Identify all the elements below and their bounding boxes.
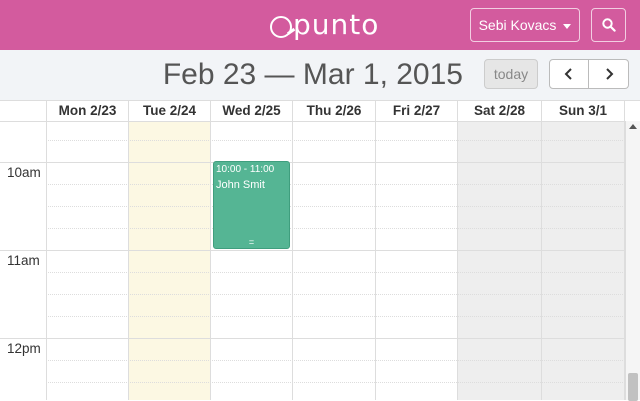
grid-line — [46, 382, 625, 383]
app-logo[interactable]: punto — [270, 6, 379, 44]
today-button[interactable]: today — [484, 59, 538, 89]
search-button[interactable] — [591, 8, 626, 42]
column-divider — [128, 101, 129, 122]
week-calendar-grid: Mon 2/23 Tue 2/24 Wed 2/25 Thu 2/26 Fri … — [0, 100, 640, 400]
user-name: Sebi Kovacs — [478, 17, 557, 33]
event-time: 10:00 - 11:00 — [216, 164, 275, 175]
logo-mark-icon — [270, 16, 292, 38]
grid-line — [46, 360, 625, 361]
day-header[interactable]: Tue 2/24 — [129, 101, 210, 122]
date-range-title: Feb 23 — Mar 1, 2015 — [162, 58, 463, 91]
column-divider — [46, 101, 47, 400]
column-divider — [46, 101, 47, 122]
grid-line — [0, 250, 625, 251]
day-header[interactable]: Thu 2/26 — [293, 101, 375, 122]
grid-line — [0, 338, 625, 339]
grid-line — [46, 140, 625, 141]
event-resize-handle[interactable]: = — [214, 237, 289, 247]
grid-line — [0, 162, 625, 163]
grid-line — [46, 228, 625, 229]
column-divider — [541, 101, 542, 400]
calendar-event[interactable]: 10:00 - 11:00 John Smit = — [213, 161, 290, 249]
chevron-right-icon — [605, 68, 613, 80]
day-header[interactable]: Sun 3/1 — [542, 101, 624, 122]
day-header[interactable]: Sat 2/28 — [458, 101, 541, 122]
calendar-toolbar: Feb 23 — Mar 1, 2015 — [0, 50, 640, 100]
column-divider — [210, 101, 211, 400]
column-divider — [624, 101, 625, 122]
column-divider — [375, 101, 376, 400]
column-divider — [375, 101, 376, 122]
column-divider — [128, 101, 129, 400]
vertical-scrollbar[interactable] — [625, 121, 640, 401]
time-label: 12pm — [7, 341, 41, 356]
event-title: John Smit — [216, 179, 265, 191]
caret-down-icon — [563, 23, 572, 29]
day-header[interactable]: Fri 2/27 — [376, 101, 457, 122]
search-icon — [601, 18, 616, 32]
grid-line — [46, 272, 625, 273]
grid-line — [46, 206, 625, 207]
time-label: 11am — [7, 253, 40, 268]
column-divider — [541, 101, 542, 122]
logo-text: punto — [293, 8, 380, 41]
scrollbar-thumb[interactable] — [628, 373, 638, 401]
top-bar: punto Sebi Kovacs — [0, 0, 640, 50]
column-divider — [210, 101, 211, 122]
user-menu-button[interactable]: Sebi Kovacs — [470, 8, 580, 42]
column-divider — [292, 101, 293, 400]
grid-line — [46, 294, 625, 295]
time-label: 10am — [7, 165, 41, 180]
prev-week-button[interactable] — [549, 59, 589, 89]
day-header[interactable]: Wed 2/25 — [211, 101, 292, 122]
day-header[interactable]: Mon 2/23 — [47, 101, 128, 122]
column-divider — [457, 101, 458, 400]
grid-line — [46, 316, 625, 317]
day-header-row: Mon 2/23 Tue 2/24 Wed 2/25 Thu 2/26 Fri … — [0, 101, 640, 122]
next-week-button[interactable] — [589, 59, 629, 89]
grid-line — [46, 184, 625, 185]
column-divider — [457, 101, 458, 122]
scroll-up-arrow-icon[interactable] — [629, 124, 637, 129]
column-divider — [292, 101, 293, 122]
chevron-left-icon — [564, 68, 572, 80]
